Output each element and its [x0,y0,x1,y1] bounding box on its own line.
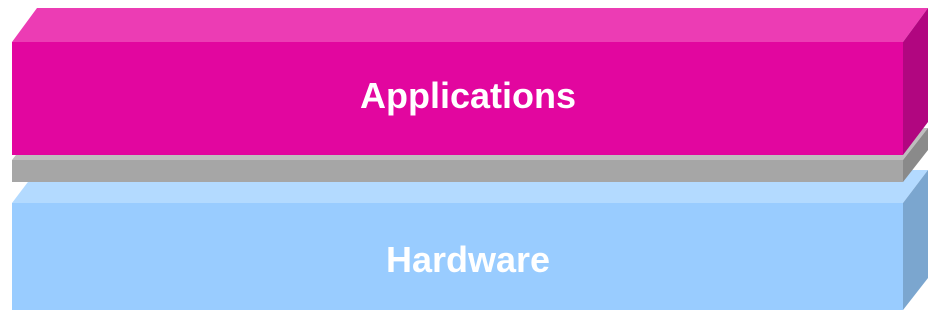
layer-stack-diagram: Hardware Applications [12,8,928,310]
applications-layer: Applications [12,8,928,155]
hardware-layer: Hardware [12,170,928,310]
applications-layer-top-face [12,8,928,42]
hardware-layer-label: Hardware [386,239,550,280]
middle-layer-front-face [12,160,903,182]
applications-layer-label: Applications [360,75,576,116]
